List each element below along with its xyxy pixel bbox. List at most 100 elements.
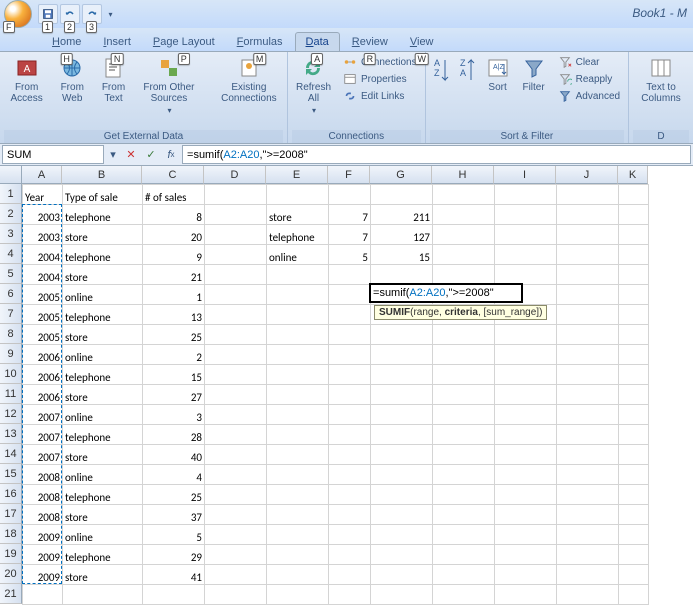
cell-A11[interactable]: 2006: [23, 385, 63, 405]
cell-H20[interactable]: [433, 565, 495, 585]
cell-C1[interactable]: # of sales: [143, 185, 205, 205]
row-header-14[interactable]: 14: [0, 444, 22, 464]
cell-K9[interactable]: [619, 345, 649, 365]
cell-D1[interactable]: [205, 185, 267, 205]
cell-C11[interactable]: 27: [143, 385, 205, 405]
cell-I20[interactable]: [495, 565, 557, 585]
enter-icon[interactable]: ✓: [142, 146, 160, 164]
filter-button[interactable]: Filter: [518, 54, 550, 95]
cell-A10[interactable]: 2006: [23, 365, 63, 385]
cell-A1[interactable]: Year: [23, 185, 63, 205]
cell-H9[interactable]: [433, 345, 495, 365]
row-header-6[interactable]: 6: [0, 284, 22, 304]
cell-A6[interactable]: 2005: [23, 285, 63, 305]
cell-C4[interactable]: 9: [143, 245, 205, 265]
cell-E12[interactable]: [267, 405, 329, 425]
advanced-button[interactable]: Advanced: [554, 88, 624, 104]
cell-A2[interactable]: 2003: [23, 205, 63, 225]
cell-D17[interactable]: [205, 505, 267, 525]
cell-B18[interactable]: online: [63, 525, 143, 545]
cell-G3[interactable]: 127: [371, 225, 433, 245]
cell-A20[interactable]: 2009: [23, 565, 63, 585]
cell-B15[interactable]: online: [63, 465, 143, 485]
cell-E6[interactable]: [267, 285, 329, 305]
cell-K20[interactable]: [619, 565, 649, 585]
cell-C20[interactable]: 41: [143, 565, 205, 585]
tab-insert[interactable]: InsertN: [93, 33, 141, 51]
cell-E16[interactable]: [267, 485, 329, 505]
cell-I15[interactable]: [495, 465, 557, 485]
cell-D14[interactable]: [205, 445, 267, 465]
cell-B6[interactable]: online: [63, 285, 143, 305]
cell-D18[interactable]: [205, 525, 267, 545]
cell-B8[interactable]: store: [63, 325, 143, 345]
cell-A7[interactable]: 2005: [23, 305, 63, 325]
cell-F20[interactable]: [329, 565, 371, 585]
cell-G11[interactable]: [371, 385, 433, 405]
from-other-sources-button[interactable]: From Other Sources: [136, 54, 202, 117]
cell-A4[interactable]: 2004: [23, 245, 63, 265]
cell-H14[interactable]: [433, 445, 495, 465]
row-header-11[interactable]: 11: [0, 384, 22, 404]
cell-D13[interactable]: [205, 425, 267, 445]
cell-C8[interactable]: 25: [143, 325, 205, 345]
cell-G14[interactable]: [371, 445, 433, 465]
cell-C18[interactable]: 5: [143, 525, 205, 545]
cell-C2[interactable]: 8: [143, 205, 205, 225]
cell-A3[interactable]: 2003: [23, 225, 63, 245]
cell-E3[interactable]: telephone: [267, 225, 329, 245]
tab-page-layout[interactable]: Page LayoutP: [143, 33, 225, 51]
cell-G10[interactable]: [371, 365, 433, 385]
qat-save[interactable]: 1: [38, 4, 58, 24]
cell-I17[interactable]: [495, 505, 557, 525]
cell-E14[interactable]: [267, 445, 329, 465]
cell-G5[interactable]: [371, 265, 433, 285]
cell-D8[interactable]: [205, 325, 267, 345]
cell-F3[interactable]: 7: [329, 225, 371, 245]
cell-E8[interactable]: [267, 325, 329, 345]
row-header-20[interactable]: 20: [0, 564, 22, 584]
cell-D4[interactable]: [205, 245, 267, 265]
cell-C3[interactable]: 20: [143, 225, 205, 245]
column-header-G[interactable]: G: [370, 166, 432, 184]
row-header-18[interactable]: 18: [0, 524, 22, 544]
cell-G19[interactable]: [371, 545, 433, 565]
row-header-10[interactable]: 10: [0, 364, 22, 384]
cell-J16[interactable]: [557, 485, 619, 505]
row-header-8[interactable]: 8: [0, 324, 22, 344]
cell-A14[interactable]: 2007: [23, 445, 63, 465]
cancel-icon[interactable]: ✕: [122, 146, 140, 164]
cell-F16[interactable]: [329, 485, 371, 505]
cell-I14[interactable]: [495, 445, 557, 465]
cell-E4[interactable]: online: [267, 245, 329, 265]
cell-C7[interactable]: 13: [143, 305, 205, 325]
cell-B16[interactable]: telephone: [63, 485, 143, 505]
name-box-dropdown[interactable]: ▾: [106, 144, 120, 165]
cell-E5[interactable]: [267, 265, 329, 285]
cell-H19[interactable]: [433, 545, 495, 565]
cell-C6[interactable]: 1: [143, 285, 205, 305]
cell-H15[interactable]: [433, 465, 495, 485]
existing-connections-button[interactable]: Existing Connections: [215, 54, 283, 106]
clear-button[interactable]: Clear: [554, 54, 624, 70]
cell-I8[interactable]: [495, 325, 557, 345]
cell-F6[interactable]: [329, 285, 371, 305]
cell-I10[interactable]: [495, 365, 557, 385]
cell-H1[interactable]: [433, 185, 495, 205]
cell-J18[interactable]: [557, 525, 619, 545]
tab-formulas[interactable]: FormulasM: [227, 33, 293, 51]
cell-K7[interactable]: [619, 305, 649, 325]
cell-E7[interactable]: [267, 305, 329, 325]
cell-B19[interactable]: telephone: [63, 545, 143, 565]
qat-customize[interactable]: [104, 4, 116, 24]
cell-I5[interactable]: [495, 265, 557, 285]
name-box[interactable]: SUM: [2, 145, 104, 164]
tab-review[interactable]: ReviewR: [342, 33, 398, 51]
edit-links-button[interactable]: Edit Links: [339, 88, 421, 104]
cell-I2[interactable]: [495, 205, 557, 225]
cell-D5[interactable]: [205, 265, 267, 285]
column-header-B[interactable]: B: [62, 166, 142, 184]
cell-G12[interactable]: [371, 405, 433, 425]
tab-view[interactable]: ViewW: [400, 33, 444, 51]
cell-E20[interactable]: [267, 565, 329, 585]
